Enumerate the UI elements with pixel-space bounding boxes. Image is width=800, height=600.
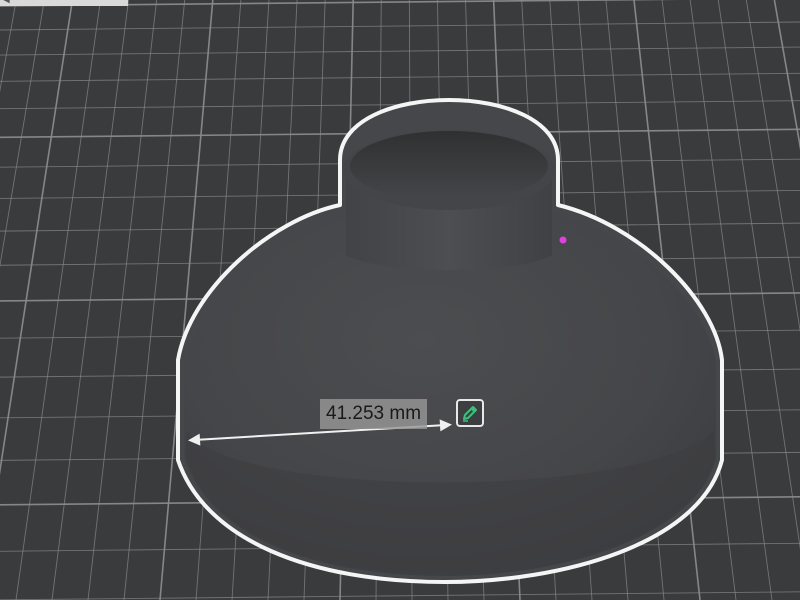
toolbar-strip: ◀ xyxy=(0,0,128,6)
model-inner-wall xyxy=(350,131,548,201)
scene-canvas[interactable] xyxy=(0,0,800,600)
grid-line xyxy=(717,0,800,550)
grid-line xyxy=(0,591,800,600)
pencil-edit-icon xyxy=(463,406,477,422)
grid-line xyxy=(689,0,773,600)
measurement-value-label: 41.253 mm xyxy=(320,399,428,429)
3d-viewport[interactable]: ◀ 41.253 mm xyxy=(0,0,800,600)
grid-line xyxy=(745,0,800,333)
arrow-left-icon[interactable]: ◀ xyxy=(2,0,10,5)
selection-marker xyxy=(559,236,567,244)
3d-model[interactable] xyxy=(176,98,724,584)
grid-line xyxy=(773,0,800,151)
grid-line xyxy=(0,46,800,56)
edit-measurement-button[interactable] xyxy=(456,399,484,427)
grid-line xyxy=(0,72,800,82)
grid-line xyxy=(0,21,800,31)
